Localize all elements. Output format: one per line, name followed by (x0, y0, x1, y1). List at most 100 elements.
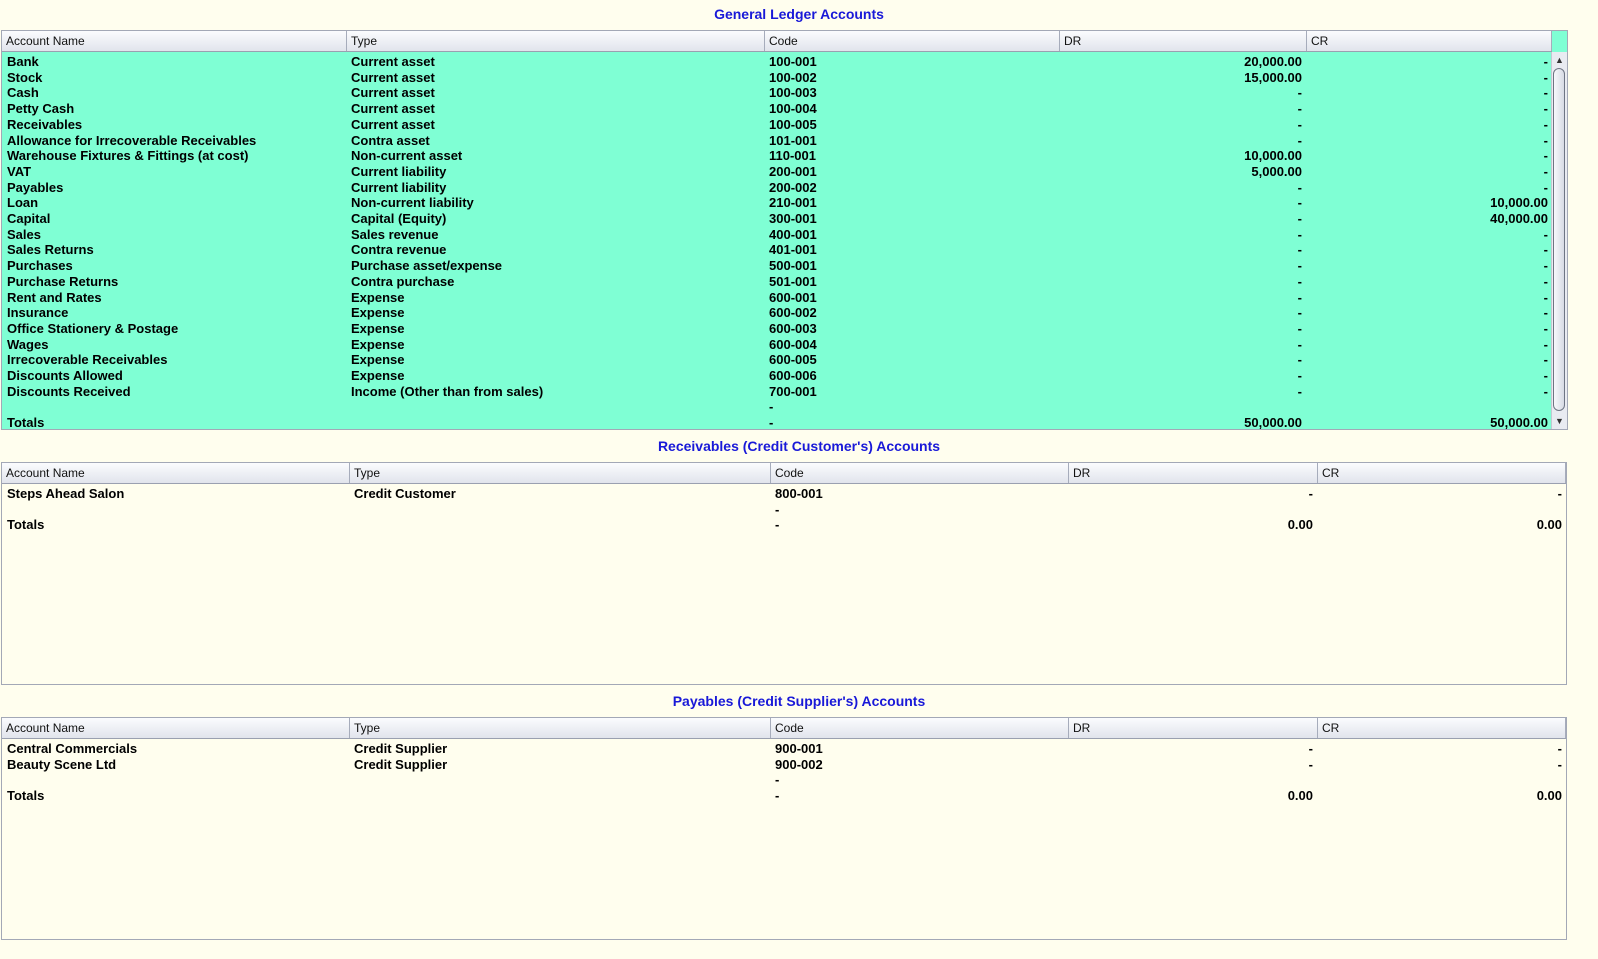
cell-code: 600-006 (769, 368, 817, 383)
totals-row[interactable]: Totals - 0.00 0.00 (2, 788, 1566, 804)
cell-dr: - (1308, 741, 1313, 756)
cell-dr (1069, 772, 1313, 788)
table-row[interactable]: Office Stationery & Postage Expense 600-00… (2, 321, 1552, 337)
cell-type: Expense (351, 305, 405, 321)
table-row[interactable]: Central Commercials Credit Supplier 900-00… (2, 741, 1566, 757)
cell-code: 900-001 (775, 741, 823, 756)
column-header-dr[interactable]: DR (1069, 718, 1318, 738)
column-header-code[interactable]: Code (771, 463, 1069, 483)
cell-code: 600-001 (769, 289, 817, 305)
table-row[interactable]: Sales Returns Contra revenue 401-001 - - (2, 242, 1552, 258)
cell-account-name: Cash (7, 85, 39, 101)
table-row[interactable]: Capital Capital (Equity) 300-001 - 40,000.00 (2, 211, 1552, 227)
table-row[interactable]: Petty Cash Current asset 100-004 - - (2, 101, 1552, 117)
cell-type: Non-current asset (351, 148, 463, 164)
column-header-type[interactable]: Type (350, 718, 771, 738)
cell-code: - (775, 517, 780, 533)
cell-cr: - (1543, 163, 1548, 179)
cell-cr: - (1543, 116, 1548, 132)
payables-table[interactable]: Account Name Type Code DR CR Central Commerci… (1, 717, 1567, 940)
table-row[interactable]: Sales Sales revenue 400-001 - - (2, 227, 1552, 243)
cell-code: 401-001 (769, 242, 817, 258)
table-row[interactable]: Discounts Allowed Expense 600-006 - - (2, 368, 1552, 384)
cell-cr: 0.00 (1536, 517, 1562, 533)
column-header-dr[interactable]: DR (1060, 31, 1307, 51)
cell-dr: - (1297, 352, 1302, 368)
table-row[interactable]: VAT Current liability 200-001 5,000.00 - (2, 164, 1552, 180)
table-row[interactable]: Purchase Returns Contra purchase 501-001 - - (2, 274, 1552, 290)
table-row[interactable]: Beauty Scene Ltd Credit Supplier 900-002 - - (2, 757, 1566, 773)
table-row[interactable]: Cash Current asset 100-003 - - (2, 85, 1552, 101)
vertical-scrollbar[interactable]: ▲ ▼ (1551, 52, 1567, 429)
scroll-up-arrow-icon[interactable]: ▲ (1552, 53, 1567, 67)
column-header-account-name[interactable]: Account Name (2, 718, 350, 738)
cell-dr: - (1297, 289, 1302, 305)
table-row[interactable]: Steps Ahead Salon Credit Customer 800-001 -… (2, 486, 1566, 502)
cell-account-name: Sales Returns (7, 242, 94, 258)
cell-cr: - (1543, 273, 1548, 289)
cell-cr: - (1543, 258, 1548, 274)
cell-code: 100-001 (769, 54, 817, 69)
table-row[interactable]: Bank Current asset 100-001 20,000.00 - (2, 54, 1552, 70)
table-row[interactable]: Allowance for Irrecoverable Receivables C… (2, 133, 1552, 149)
column-header-code[interactable]: Code (765, 31, 1060, 51)
totals-row[interactable]: Totals - 50,000.00 50,000.00 (2, 415, 1552, 430)
cell-code: - (769, 415, 774, 430)
general-ledger-table[interactable]: Account Name Type Code DR CR Bank Current asse… (1, 30, 1568, 430)
cell-cr: - (1543, 179, 1548, 195)
scroll-down-arrow-icon[interactable]: ▼ (1552, 414, 1567, 428)
totals-row[interactable]: Totals - 0.00 0.00 (2, 517, 1566, 533)
cell-type (354, 502, 771, 518)
table-row[interactable]: - (2, 772, 1566, 788)
receivables-table[interactable]: Account Name Type Code DR CR Steps Ahead Salo… (1, 462, 1567, 685)
cell-code: 700-001 (769, 383, 817, 399)
table-row[interactable]: Receivables Current asset 100-005 - - (2, 117, 1552, 133)
table-row[interactable]: Wages Expense 600-004 - - (2, 337, 1552, 353)
column-header-cr[interactable]: CR (1307, 31, 1552, 51)
scrollbar-thumb[interactable] (1553, 68, 1565, 411)
cell-code: 100-004 (769, 101, 817, 117)
cell-dr: 0.00 (1287, 788, 1313, 804)
column-header-code[interactable]: Code (771, 718, 1069, 738)
cell-code: 200-001 (769, 163, 817, 179)
table-row[interactable]: Loan Non-current liability 210-001 - 10,000.… (2, 195, 1552, 211)
cell-account-name: Totals (7, 415, 45, 430)
table-row[interactable]: Warehouse Fixtures & Fittings (at cost) N… (2, 148, 1552, 164)
column-header-dr[interactable]: DR (1069, 463, 1318, 483)
cell-type: Contra asset (351, 132, 430, 148)
table-row[interactable]: Rent and Rates Expense 600-001 - - (2, 290, 1552, 306)
cell-cr: - (1543, 242, 1548, 258)
cell-dr: - (1308, 486, 1313, 501)
column-header-cr[interactable]: CR (1318, 718, 1566, 738)
cell-account-name: Central Commercials (7, 741, 138, 756)
cell-code: 100-003 (769, 85, 817, 101)
table-row[interactable]: Irrecoverable Receivables Expense 600-005 -… (2, 352, 1552, 368)
table-row[interactable]: Insurance Expense 600-002 - - (2, 305, 1552, 321)
cell-dr: - (1297, 226, 1302, 242)
column-header-account-name[interactable]: Account Name (2, 31, 347, 51)
cell-type: Current liability (351, 163, 447, 179)
cell-dr: 20,000.00 (1244, 54, 1302, 69)
cell-cr: - (1543, 101, 1548, 117)
table-row[interactable]: Stock Current asset 100-002 15,000.00 - (2, 70, 1552, 86)
column-header-cr[interactable]: CR (1318, 463, 1566, 483)
table-row[interactable]: Purchases Purchase asset/expense 500-001 - - (2, 258, 1552, 274)
cell-cr: - (1543, 320, 1548, 336)
cell-code: 600-005 (769, 352, 817, 368)
column-header-type[interactable]: Type (347, 31, 765, 51)
column-header-type[interactable]: Type (350, 463, 771, 483)
cell-type: Credit Customer (354, 486, 456, 501)
cell-dr: - (1297, 132, 1302, 148)
cell-dr: 5,000.00 (1251, 163, 1302, 179)
cell-code: 501-001 (769, 273, 817, 289)
column-header-account-name[interactable]: Account Name (2, 463, 350, 483)
table-row[interactable]: Payables Current liability 200-002 - - (2, 180, 1552, 196)
payables-title: Payables (Credit Supplier's) Accounts (672, 693, 926, 709)
table-row[interactable]: - (2, 399, 1552, 415)
cell-code: - (775, 501, 780, 517)
cell-dr: - (1297, 383, 1302, 399)
cell-code: 200-002 (769, 179, 817, 195)
table-row[interactable]: Discounts Received Income (Other than fro… (2, 384, 1552, 400)
cell-code: 600-003 (769, 320, 817, 336)
table-row[interactable]: - (2, 502, 1566, 518)
